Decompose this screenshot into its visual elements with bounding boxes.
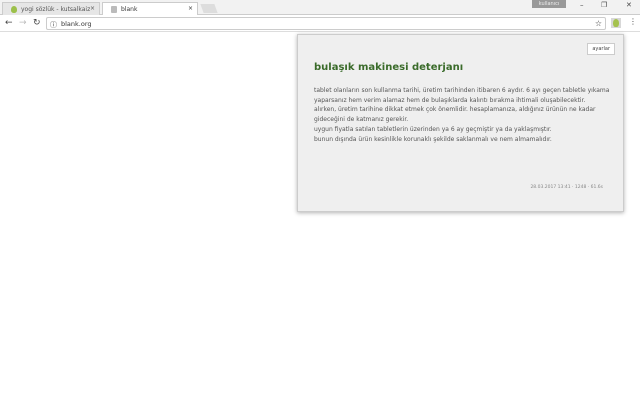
entry-paragraph: uygun fiyatla satılan tabletlerin üzerin…	[314, 125, 552, 133]
entry-meta: 28.03.2017 13:41 · 1248 · 61.6s	[530, 185, 603, 190]
back-button[interactable]: ←	[5, 18, 13, 28]
tab-blank[interactable]: blank ×	[102, 2, 198, 15]
info-icon[interactable]: ⓘ	[50, 20, 57, 30]
menu-button[interactable]: ⋮	[629, 17, 637, 26]
leaf-icon	[613, 19, 619, 27]
entry-paragraph: bunun dışında ürün kesinlikle korunaklı …	[314, 135, 552, 143]
entry-paragraph: alırken, üretim tarihine dikkat etmek ço…	[314, 106, 596, 124]
maximize-button[interactable]: ❐	[601, 1, 607, 9]
tab-sozluk[interactable]: yogi sözlük - kutsalkaiz ×	[2, 2, 100, 15]
address-bar[interactable]: ⓘ blank.org ☆	[46, 17, 606, 30]
bookmark-star-icon[interactable]: ☆	[595, 19, 602, 28]
entry-title[interactable]: bulaşık makinesi deterjanı	[314, 62, 463, 73]
tab-bar: yogi sözlük - kutsalkaiz × blank × kullanı…	[0, 0, 640, 15]
profile-button[interactable]: kullanıcı	[532, 0, 566, 8]
tab-close-icon[interactable]: ×	[188, 5, 193, 12]
minimize-button[interactable]: –	[580, 1, 584, 9]
tab-label: yogi sözlük - kutsalkaiz	[21, 6, 91, 13]
entry-paragraph: tablet olanların son kullanma tarihi, ür…	[314, 87, 610, 104]
tab-label: blank	[121, 6, 138, 13]
page-favicon-icon	[111, 6, 117, 13]
forward-button[interactable]: →	[19, 18, 27, 28]
extension-button[interactable]	[611, 18, 621, 28]
tab-close-icon[interactable]: ×	[90, 5, 95, 12]
settings-button[interactable]: ayarlar	[587, 43, 615, 55]
toolbar: ← → ↻ ⓘ blank.org ☆	[0, 15, 640, 32]
extension-popup: ayarlar bulaşık makinesi deterjanı table…	[297, 34, 624, 212]
reload-button[interactable]: ↻	[33, 18, 41, 28]
entry-body: tablet olanların son kullanma tarihi, ür…	[314, 86, 614, 144]
new-tab-button[interactable]	[200, 4, 218, 13]
leaf-favicon-icon	[11, 6, 17, 13]
close-window-button[interactable]: ✕	[626, 1, 632, 9]
url-text: blank.org	[61, 20, 92, 28]
